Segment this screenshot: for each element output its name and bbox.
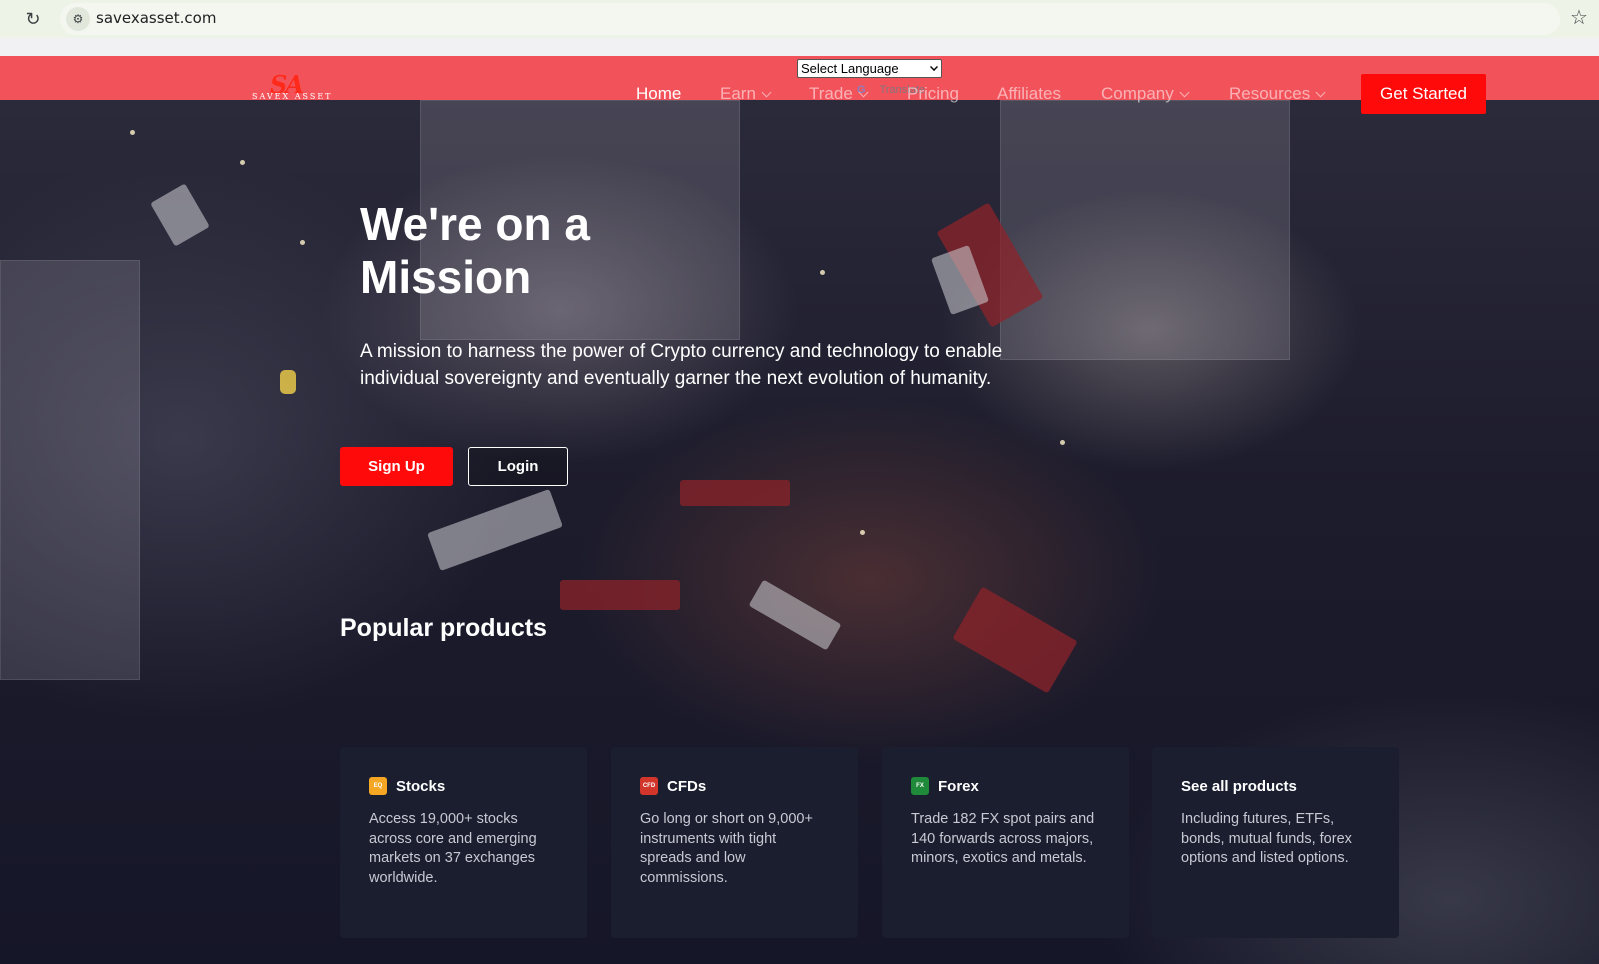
nav-item-label: Affiliates <box>997 84 1061 103</box>
stocks-badge-icon: EQ <box>369 777 387 795</box>
nav-item-label: Home <box>636 84 682 103</box>
nav-item-label: Earn <box>720 84 756 103</box>
site-settings-icon[interactable]: ⚙ <box>66 7 90 31</box>
url-text[interactable]: savexasset.com <box>96 9 216 27</box>
browser-divider <box>0 38 1599 56</box>
nav-item-label: Trade <box>809 84 853 103</box>
product-card-title: See all products <box>1181 777 1297 795</box>
product-card-description: Access 19,000+ stocks across core and em… <box>369 811 537 887</box>
logo-wordmark: SAVEX ASSET <box>252 92 333 101</box>
address-bar[interactable] <box>60 3 1560 35</box>
chevron-down-icon <box>930 63 938 71</box>
sign-up-button[interactable]: Sign Up <box>340 447 453 486</box>
product-card-description: Including futures, ETFs, bonds, mutual f… <box>1181 811 1352 867</box>
bookmark-star-icon[interactable]: ☆ <box>1570 5 1588 30</box>
forex-badge-icon: FX <box>911 777 929 795</box>
product-card-title: Stocks <box>396 777 446 795</box>
nav-item-resources[interactable]: Resources <box>1229 84 1326 104</box>
product-card-cfds[interactable]: CFD CFDs Go long or short on 9,000+ inst… <box>611 747 858 938</box>
product-card-forex[interactable]: FX Forex Trade 182 FX spot pairs and 140… <box>882 747 1129 938</box>
hero-description: A mission to harness the power of Crypto… <box>360 341 1003 389</box>
chevron-down-icon <box>1179 87 1190 97</box>
hero-title: We're on a Mission <box>360 198 590 303</box>
nav-item-pricing[interactable]: Pricing <box>907 84 959 104</box>
login-button[interactable]: Login <box>468 447 568 486</box>
browser-toolbar: ↻ ⚙ savexasset.com ☆ <box>0 0 1599 38</box>
popular-products-heading: Popular products <box>340 614 547 642</box>
product-card-see-all[interactable]: See all products Including futures, ETFs… <box>1152 747 1399 938</box>
product-card-description: Go long or short on 9,000+ instruments w… <box>640 811 813 887</box>
get-started-button[interactable]: Get Started <box>1361 74 1486 114</box>
nav-item-label: Resources <box>1229 84 1311 103</box>
chevron-down-icon <box>858 87 869 97</box>
nav-item-label: Pricing <box>907 84 959 103</box>
chevron-down-icon <box>761 87 772 97</box>
product-card-stocks[interactable]: EQ Stocks Access 19,000+ stocks across c… <box>340 747 587 938</box>
nav-item-earn[interactable]: Earn <box>720 84 772 104</box>
product-card-title: Forex <box>938 777 979 795</box>
nav-item-affiliates[interactable]: Affiliates <box>997 84 1061 104</box>
nav-item-home[interactable]: Home <box>636 84 681 104</box>
product-card-description: Trade 182 FX spot pairs and 140 forwards… <box>911 811 1095 867</box>
language-select-value: Select Language <box>801 61 899 76</box>
cfd-badge-icon: CFD <box>640 777 658 795</box>
product-card-title: CFDs <box>667 777 707 795</box>
nav-item-company[interactable]: Company <box>1101 84 1190 104</box>
nav-item-trade[interactable]: Trade <box>809 84 869 104</box>
reload-icon[interactable]: ↻ <box>22 8 44 30</box>
nav-item-label: Company <box>1101 84 1174 103</box>
language-select[interactable]: Select Language <box>797 59 942 78</box>
brand-logo[interactable]: SA SAVEX ASSET <box>252 70 342 102</box>
chevron-down-icon <box>1315 87 1326 97</box>
